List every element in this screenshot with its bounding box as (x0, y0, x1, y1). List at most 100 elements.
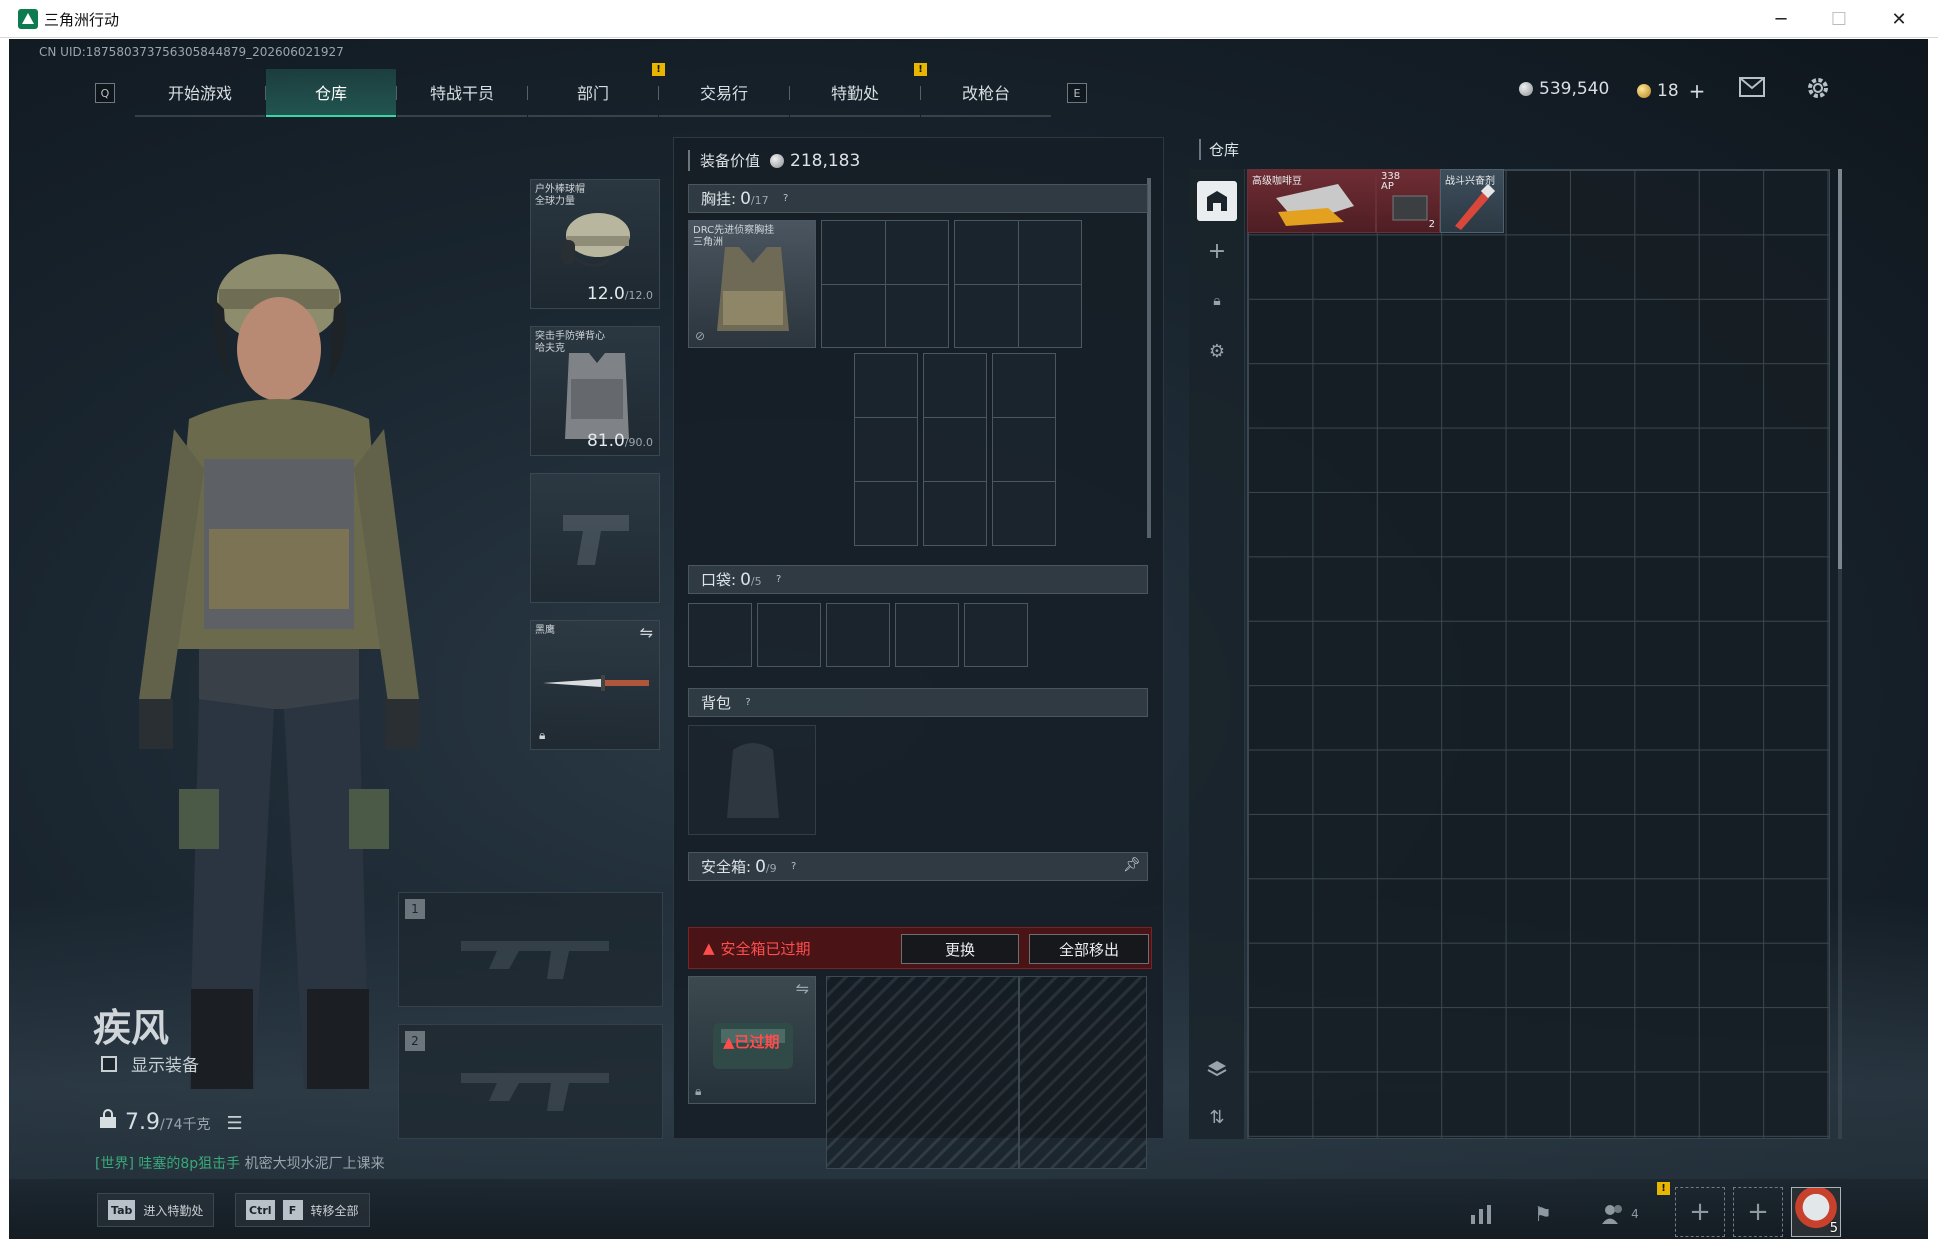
chest-rig-slot[interactable] (954, 220, 1082, 348)
lock-icon: 🔒︎ (539, 728, 546, 742)
friends-icon[interactable]: 4 (1587, 1194, 1653, 1234)
help-icon[interactable]: ? (787, 860, 801, 874)
stats-chart-icon[interactable] (1459, 1194, 1503, 1234)
pin-icon[interactable]: 📌︎ (1123, 857, 1141, 873)
backpack-slot[interactable] (688, 725, 816, 835)
show-equipment-label: 显示装备 (131, 1056, 199, 1076)
pocket-slot[interactable] (688, 603, 752, 667)
pocket-label: 口袋: (701, 571, 737, 589)
item-label: 338 AP (1381, 171, 1401, 192)
move-all-out-button[interactable]: 全部移出 (1029, 934, 1149, 964)
chest-rig-slot[interactable] (992, 353, 1056, 546)
warehouse-sidebar: + 🔒︎ ⚙ ⇅ (1189, 169, 1245, 1139)
add-currency-icon[interactable]: + (1689, 79, 1706, 103)
primary-weapon-slot-1[interactable]: 1 (398, 892, 663, 1007)
safebox-locked-area (826, 976, 1019, 1169)
chest-rig-capacity: 0/17 (740, 188, 769, 209)
chest-rig-slot[interactable] (854, 353, 918, 546)
armor-slot[interactable]: 突击手防弹背心 哈夫克 81.0/90.0 (530, 326, 660, 456)
gold-amount: 18 (1657, 81, 1679, 101)
melee-slot[interactable]: 黑鹰 ⇋ 🔒︎ (530, 620, 660, 750)
pocket-slot[interactable] (895, 603, 959, 667)
main-nav: 开始游戏 仓库 特战干员 部门 ! 交易行 特勤处 ! 改枪台 (135, 63, 1051, 117)
pocket-slot[interactable] (826, 603, 890, 667)
game-viewport: CN UID:18758037375630584487​9_2026060219… (9, 39, 1928, 1239)
warehouse-title: 仓库 (1199, 139, 1239, 160)
equipment-value-label: 装备价值 (700, 152, 761, 170)
warehouse-item[interactable]: 高级咖啡豆 (1247, 169, 1376, 233)
pocket-slot[interactable] (964, 603, 1028, 667)
nav-right-key[interactable]: E (1067, 83, 1087, 103)
nav-left-key[interactable]: Q (95, 83, 115, 103)
window-titlebar: 三角洲行动 ─ ☐ ✕ (0, 0, 1938, 38)
warehouse-item[interactable]: 338 AP 2 (1376, 169, 1440, 233)
chest-rig-slot[interactable] (821, 220, 949, 348)
helmet-slot[interactable]: 户外棒球帽 全球力量 12.0/12.0 (530, 179, 660, 309)
add-tab-icon[interactable]: + (1197, 231, 1237, 271)
tab-department-label: 部门 (576, 84, 609, 103)
show-equipment-checkbox[interactable] (101, 1055, 117, 1072)
replace-button[interactable]: 更换 (901, 934, 1019, 964)
help-icon[interactable]: ? (741, 696, 755, 710)
player-avatar[interactable]: 5 (1791, 1187, 1841, 1237)
invite-slot-button[interactable]: + (1733, 1187, 1783, 1237)
helmet-durability: 12.0/12.0 (586, 284, 653, 304)
chat-message: 机密大坝水泥厂上课来 (244, 1156, 385, 1172)
expired-tag: ▲已过期 (723, 1033, 780, 1051)
warehouse-home-icon[interactable] (1197, 181, 1237, 221)
tab-special-ops[interactable]: 特勤处 ! (790, 63, 927, 117)
swap-icon[interactable]: ⇋ (640, 623, 653, 642)
panel-scrollbar[interactable] (1147, 178, 1151, 538)
tab-department[interactable]: 部门 ! (528, 63, 665, 117)
close-button[interactable]: ✕ (1870, 0, 1928, 38)
safebox-item[interactable]: ▲已过期 ⇋ 🔒︎ (688, 976, 816, 1104)
transfer-all-hint[interactable]: Ctrl F 转移全部 (235, 1193, 370, 1227)
show-equipment-toggle[interactable]: 显示装备 (101, 1051, 199, 1076)
lock-icon[interactable]: 🔒︎ (1197, 281, 1237, 321)
maximize-button[interactable]: ☐ (1810, 0, 1868, 38)
list-icon[interactable]: ☰ (227, 1113, 243, 1134)
loadout-panel: 装备价值 218,183 胸挂: 0/17 ? DRC先进侦察胸挂 三角洲 ⊘ … (673, 137, 1164, 1169)
help-icon[interactable]: ? (779, 192, 793, 206)
layers-icon[interactable] (1197, 1049, 1237, 1089)
warehouse-scrollbar-thumb[interactable] (1838, 169, 1842, 569)
tab-trading[interactable]: 交易行 (659, 69, 789, 117)
slot-number: 1 (405, 899, 425, 919)
pocket-header: 口袋: 0/5 ? (688, 565, 1148, 594)
silver-coin-icon (1519, 82, 1533, 96)
warehouse-item[interactable]: 战斗兴奋剂 (1440, 169, 1504, 233)
safebox-locked-area (1019, 976, 1147, 1169)
stimulant-injector-image (1455, 184, 1496, 230)
flag-icon[interactable]: ⚑ (1521, 1194, 1565, 1234)
gear-icon[interactable] (1805, 75, 1831, 107)
tab-gunsmith[interactable]: 改枪台 (921, 69, 1051, 117)
silver-currency: 539,540 (1519, 79, 1609, 99)
backpack-label: 背包 (701, 694, 732, 712)
chest-rig-slot[interactable] (923, 353, 987, 546)
pistol-slot[interactable] (530, 473, 660, 603)
mail-icon[interactable] (1739, 77, 1765, 103)
pocket-slot[interactable] (757, 603, 821, 667)
rifle-placeholder-icon (461, 1073, 609, 1111)
tab-start-game[interactable]: 开始游戏 (135, 69, 265, 117)
chest-rig-item[interactable]: DRC先进侦察胸挂 三角洲 ⊘ (688, 220, 816, 348)
notification-badge: ! (1657, 1182, 1670, 1195)
sort-icon[interactable]: ⇅ (1197, 1097, 1237, 1137)
tab-operators[interactable]: 特战干员 (397, 69, 527, 117)
invite-slot-button[interactable]: + (1675, 1187, 1725, 1237)
tab-warehouse[interactable]: 仓库 (266, 69, 396, 117)
safebox-header: 安全箱: 0/9 ? 📌︎ (688, 852, 1148, 881)
world-chat-line[interactable]: [世界] 哇塞的8p狙击手 机密大坝水泥厂上课来 (95, 1153, 385, 1173)
window-title: 三角洲行动 (44, 11, 120, 29)
minimize-button[interactable]: ─ (1752, 0, 1810, 38)
gold-currency[interactable]: 18 + (1637, 79, 1705, 103)
enter-special-ops-hint[interactable]: Tab 进入特勤处 (97, 1193, 215, 1227)
equipment-value: 装备价值 218,183 (688, 150, 860, 171)
warehouse-grid[interactable] (1247, 169, 1830, 1139)
coffee-bag-image (1276, 184, 1354, 226)
gear-icon[interactable]: ⚙ (1197, 331, 1237, 371)
primary-weapon-slot-2[interactable]: 2 (398, 1024, 663, 1139)
warning-icon: ▲ (703, 939, 715, 957)
help-icon[interactable]: ? (772, 573, 786, 587)
swap-icon[interactable]: ⇋ (796, 979, 809, 998)
